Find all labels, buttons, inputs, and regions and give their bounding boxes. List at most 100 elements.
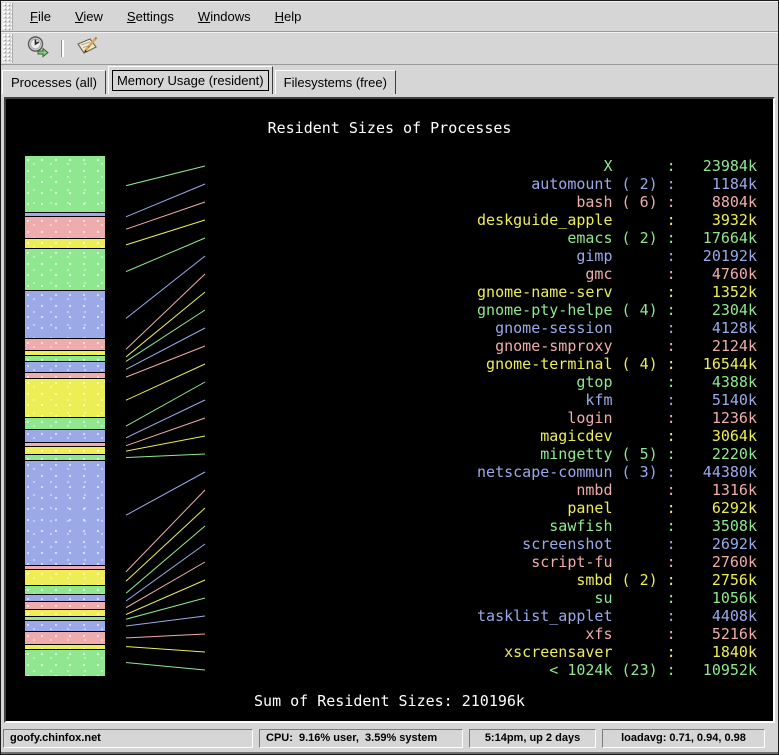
leader-line bbox=[126, 472, 205, 515]
leader-line bbox=[126, 526, 205, 593]
tab-processes-label: Processes (all) bbox=[11, 75, 97, 90]
leader-line bbox=[126, 400, 205, 438]
process-row-deskguide-apple: deskguide_apple : 3932k bbox=[477, 211, 757, 229]
process-row-gmc: gmc : 4760k bbox=[477, 265, 757, 283]
leader-line bbox=[126, 580, 205, 615]
leader-line bbox=[126, 166, 205, 186]
leader-line bbox=[126, 364, 205, 400]
menu-settings[interactable]: Settings bbox=[118, 6, 183, 27]
leader-line bbox=[126, 647, 205, 652]
process-row-netscape-commun: netscape-commun ( 3) : 44380k bbox=[477, 463, 757, 481]
statusbar-loadavg: loadavg: 0.71, 0.94, 0.98 bbox=[602, 729, 765, 748]
tab-memory-usage-label: Memory Usage (resident) bbox=[113, 71, 268, 90]
notebook-page: Resident Sizes of Processes X : 23984k a… bbox=[1, 94, 778, 726]
leader-line bbox=[126, 346, 205, 377]
tab-processes[interactable]: Processes (all) bbox=[2, 70, 106, 94]
bar-segment-netscape-commun bbox=[25, 461, 105, 565]
leader-line bbox=[126, 544, 205, 601]
memory-stacked-bar bbox=[25, 156, 105, 676]
toolbar-separator bbox=[61, 40, 64, 57]
leader-line bbox=[126, 418, 205, 446]
chart-title: Resident Sizes of Processes bbox=[6, 119, 773, 137]
properties-button[interactable] bbox=[73, 35, 101, 63]
leader-line bbox=[126, 292, 205, 357]
bar-segment-kfm bbox=[25, 430, 105, 442]
leader-line bbox=[126, 454, 205, 458]
bar-segment-gnome-terminal bbox=[25, 379, 105, 418]
process-row-emacs: emacs ( 2) : 17664k bbox=[477, 229, 757, 247]
process-row-su: su : 1056k bbox=[477, 589, 757, 607]
menubar-grip[interactable] bbox=[2, 3, 13, 30]
bar-segment-tasklist-applet bbox=[25, 621, 105, 631]
process-row-gnome-smproxy: gnome-smproxy : 2124k bbox=[477, 337, 757, 355]
process-row-nmbd: nmbd : 1316k bbox=[477, 481, 757, 499]
process-row-login: login : 1236k bbox=[477, 409, 757, 427]
process-row-gnome-pty-helpe: gnome-pty-helpe ( 4) : 2304k bbox=[477, 301, 757, 319]
menu-view[interactable]: View bbox=[66, 6, 112, 27]
menu-windows[interactable]: Windows bbox=[189, 6, 260, 27]
leader-line bbox=[126, 490, 205, 572]
memory-usage-chart: Resident Sizes of Processes X : 23984k a… bbox=[4, 97, 775, 723]
tab-memory-usage[interactable]: Memory Usage (resident) bbox=[108, 66, 273, 94]
process-row-automount: automount ( 2) : 1184k bbox=[477, 175, 757, 193]
process-row--1024k: < 1024k (23) : 10952k bbox=[477, 661, 757, 679]
process-row-panel: panel : 6292k bbox=[477, 499, 757, 517]
toolbar bbox=[1, 32, 778, 65]
leader-line bbox=[126, 616, 205, 626]
process-row-gnome-session: gnome-session : 4128k bbox=[477, 319, 757, 337]
menu-file[interactable]: File bbox=[21, 6, 60, 27]
statusbar-uptime: 5:14pm, up 2 days bbox=[469, 729, 596, 748]
clock-arrow-icon bbox=[26, 35, 50, 62]
process-row-X: X : 23984k bbox=[477, 157, 757, 175]
bar-segment-xfs bbox=[25, 632, 105, 644]
status-bar: goofy.chinfox.net CPU: 9.16% user, 3.59%… bbox=[1, 726, 778, 754]
statusbar-hostname: goofy.chinfox.net bbox=[3, 729, 253, 748]
process-row-gnome-name-serv: gnome-name-serv : 1352k bbox=[477, 283, 757, 301]
leader-line bbox=[126, 598, 205, 619]
bar-segment-sawfish bbox=[25, 586, 105, 594]
process-row-script-fu: script-fu : 2760k bbox=[477, 553, 757, 571]
bar-segment-gnome-session bbox=[25, 362, 105, 372]
notepad-pencil-icon bbox=[75, 35, 99, 62]
process-row-bash: bash ( 6) : 8804k bbox=[477, 193, 757, 211]
process-row-gimp: gimp : 20192k bbox=[477, 247, 757, 265]
tab-filesystems-label: Filesystems (free) bbox=[284, 75, 387, 90]
process-row-kfm: kfm : 5140k bbox=[477, 391, 757, 409]
statusbar-cpu: CPU: 9.16% user, 3.59% system bbox=[259, 729, 463, 748]
leader-line bbox=[126, 256, 205, 318]
process-row-magicdev: magicdev : 3064k bbox=[477, 427, 757, 445]
bar-segment-gmc bbox=[25, 339, 105, 350]
bar-segment-bash bbox=[25, 217, 105, 238]
menu-help[interactable]: Help bbox=[266, 6, 311, 27]
bar-segment--1024k bbox=[25, 650, 105, 676]
bar-segment-emacs bbox=[25, 249, 105, 290]
toolbar-grip[interactable] bbox=[2, 34, 13, 63]
bar-segment-panel bbox=[25, 570, 105, 585]
leader-line bbox=[126, 508, 205, 581]
process-row-screenshot: screenshot : 2692k bbox=[477, 535, 757, 553]
process-row-gnome-terminal: gnome-terminal ( 4) : 16544k bbox=[477, 355, 757, 373]
tab-filesystems[interactable]: Filesystems (free) bbox=[275, 70, 396, 94]
leader-line bbox=[126, 184, 205, 217]
bar-segment-gimp bbox=[25, 291, 105, 338]
process-row-xfs: xfs : 5216k bbox=[477, 625, 757, 643]
leader-line bbox=[126, 634, 205, 638]
leader-line bbox=[126, 274, 205, 349]
app-window: File View Settings Windows Help bbox=[0, 0, 779, 755]
leader-line bbox=[126, 310, 205, 361]
leader-line bbox=[126, 238, 205, 272]
process-list: X : 23984k automount ( 2) : 1184k bash (… bbox=[477, 157, 757, 679]
process-row-xscreensaver: xscreensaver : 1840k bbox=[477, 643, 757, 661]
leader-line bbox=[126, 436, 205, 451]
bar-segment-gtop bbox=[25, 418, 105, 428]
chart-sum-label: Sum of Resident Sizes: 210196k bbox=[6, 692, 773, 710]
bar-segment-deskguide-apple bbox=[25, 239, 105, 248]
refresh-button[interactable] bbox=[24, 35, 52, 63]
leader-line bbox=[126, 663, 205, 671]
process-row-sawfish: sawfish : 3508k bbox=[477, 517, 757, 535]
leader-line bbox=[126, 328, 205, 369]
tab-strip: Processes (all) Memory Usage (resident) … bbox=[1, 65, 778, 94]
menu-bar: File View Settings Windows Help bbox=[1, 1, 778, 32]
leader-line bbox=[126, 382, 205, 426]
bar-segment-X bbox=[25, 156, 105, 212]
